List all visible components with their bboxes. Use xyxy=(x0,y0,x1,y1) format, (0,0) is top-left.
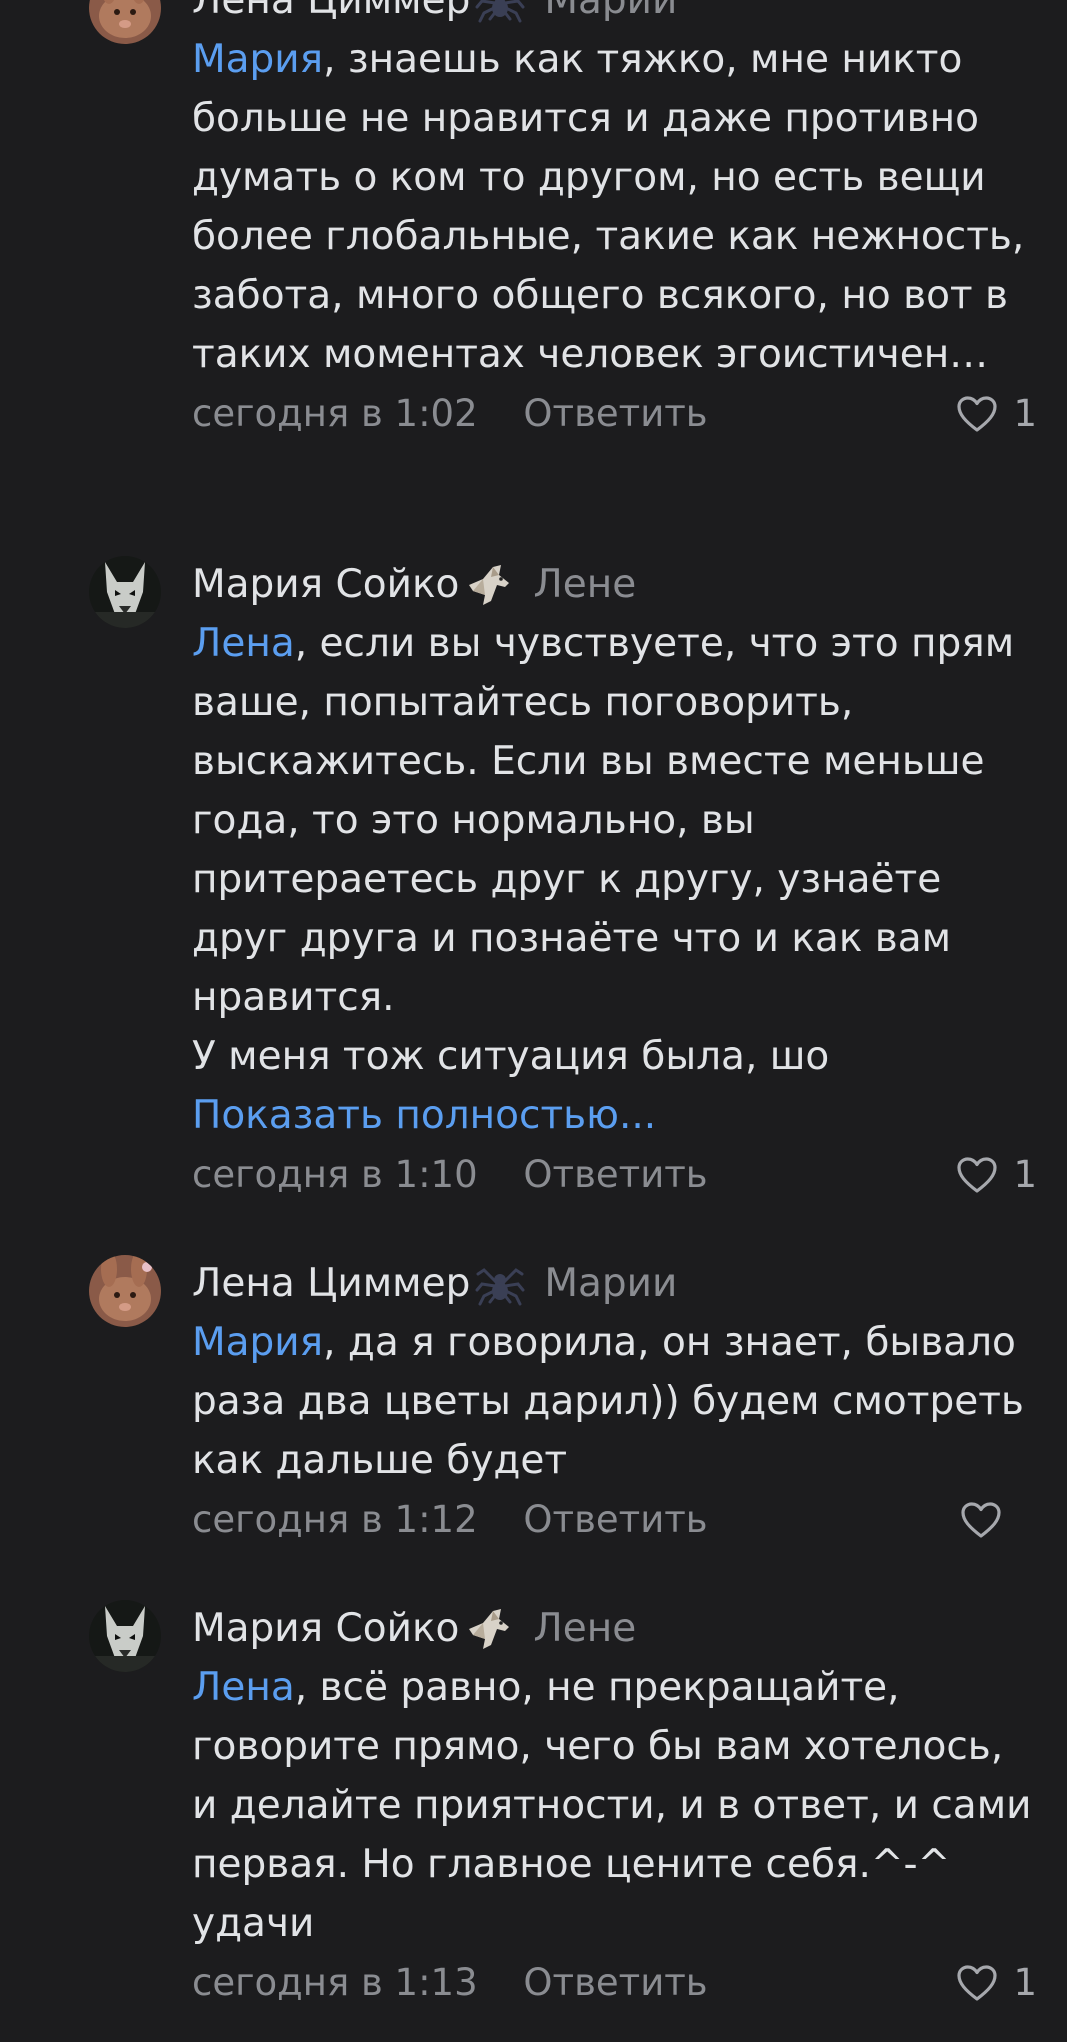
mention-link[interactable]: Мария xyxy=(192,37,323,82)
reply-button[interactable]: Ответить xyxy=(523,1961,707,2004)
comment-text: Мария, знаешь как тяжко, мне никто больш… xyxy=(192,30,1037,384)
rabbit-avatar[interactable] xyxy=(89,0,161,44)
comment-text: Лена, если вы чувствуете, что это прям в… xyxy=(192,614,1037,1145)
show-more-link[interactable]: Показать полностью... xyxy=(192,1086,1037,1145)
rabbit-avatar[interactable] xyxy=(89,1255,161,1327)
mention-link[interactable]: Лена xyxy=(192,1665,295,1710)
author-name[interactable]: Мария Сойко xyxy=(192,1600,459,1658)
heart-icon xyxy=(957,396,998,432)
wolf-icon xyxy=(463,561,515,609)
author-name[interactable]: Лена Циммер xyxy=(192,1255,470,1313)
reply-to-name[interactable]: Лене xyxy=(533,1600,636,1658)
like-button[interactable]: 1 xyxy=(955,384,1037,444)
comment-footer: сегодня в 1:13 Ответить 1 xyxy=(192,1953,1037,2013)
comment-time: сегодня в 1:13 xyxy=(192,1961,478,2004)
author-name[interactable]: Мария Сойко xyxy=(192,556,459,614)
reply-button[interactable]: Ответить xyxy=(523,1153,707,1196)
wolf-icon xyxy=(463,1605,515,1653)
comment-body: , если вы чувствуете, что это прям ваше,… xyxy=(192,621,1015,1079)
wolf-avatar[interactable] xyxy=(89,1600,161,1672)
heart-icon xyxy=(957,1157,998,1193)
author-name[interactable]: Лена Циммер xyxy=(192,0,470,30)
comment-footer: сегодня в 1:02 Ответить 1 xyxy=(192,384,1037,444)
comment-footer: сегодня в 1:12 Ответить xyxy=(192,1490,1037,1550)
like-count: 1 xyxy=(1013,1153,1037,1196)
comment-text: Лена, всё равно, не прекращайте, говорит… xyxy=(192,1658,1037,1953)
wolf-avatar[interactable] xyxy=(89,556,161,628)
comment-header: Мария Сойко Лене xyxy=(192,1600,1037,1658)
comment-text: Мария, да я говорила, он знает, бывало р… xyxy=(192,1313,1037,1490)
comment-body: , всё равно, не прекращайте, говорите пр… xyxy=(192,1665,1044,1946)
heart-icon xyxy=(961,1502,1001,1538)
reply-button[interactable]: Ответить xyxy=(523,1498,707,1541)
comment-header: Мария Сойко Лене xyxy=(192,556,1037,614)
reply-to-name[interactable]: Марии xyxy=(544,0,677,30)
comment-header: Лена Циммер Марии xyxy=(192,1255,1037,1313)
mention-link[interactable]: Лена xyxy=(192,621,295,666)
spider-icon xyxy=(474,0,526,25)
like-button[interactable]: 1 xyxy=(955,1145,1037,1205)
comment-body: , знаешь как тяжко, мне никто больше не … xyxy=(192,37,1037,377)
spider-icon xyxy=(474,1260,526,1308)
mention-link[interactable]: Мария xyxy=(192,1320,323,1365)
reply-button[interactable]: Ответить xyxy=(523,392,707,435)
comment-time: сегодня в 1:10 xyxy=(192,1153,478,1196)
like-count: 1 xyxy=(1013,392,1037,435)
comment-header: Лена Циммер Марии xyxy=(192,0,1037,30)
reply-to-name[interactable]: Марии xyxy=(544,1255,677,1313)
like-count: 1 xyxy=(1013,1961,1037,2004)
reply-to-name[interactable]: Лене xyxy=(533,556,636,614)
comment-footer: сегодня в 1:10 Ответить 1 xyxy=(192,1145,1037,1205)
heart-icon xyxy=(957,1965,998,2001)
comment-time: сегодня в 1:02 xyxy=(192,392,478,435)
like-button[interactable]: 1 xyxy=(955,1953,1037,2013)
comment-time: сегодня в 1:12 xyxy=(192,1498,478,1541)
like-button[interactable] xyxy=(959,1490,1037,1550)
